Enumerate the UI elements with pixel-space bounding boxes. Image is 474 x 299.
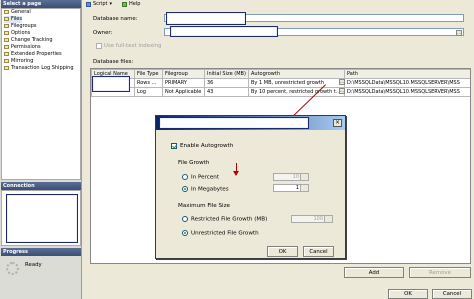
autogrowth-dialog: × Enable Autogrowth File Growth In Perce…	[155, 115, 346, 259]
in-megabytes-radio[interactable]: In Megabytes	[182, 186, 229, 193]
database-name-label: Database name:	[93, 16, 138, 22]
script-button[interactable]: Script ▾	[86, 1, 112, 7]
add-button[interactable]: Add	[344, 267, 404, 278]
column-header[interactable]: Path	[344, 69, 470, 79]
max-file-size-label: Maximum File Size	[178, 203, 230, 209]
close-icon[interactable]: ×	[333, 119, 342, 127]
path-cell[interactable]: D:\MSSQLData\MSSQL10.MSSQLSERVER\MSS	[344, 78, 470, 88]
column-header[interactable]: Initial Size (MB)	[204, 69, 249, 79]
fulltext-check-box	[96, 43, 102, 49]
redacted-connection	[6, 194, 78, 243]
checkbox-checked-icon	[171, 143, 177, 149]
table-row[interactable]: Log Not Applicable 43 By 10 percent, res…	[91, 87, 470, 97]
percent-stepper[interactable]: 10	[273, 173, 309, 181]
owner-label: Owner:	[93, 30, 113, 36]
filegroup-cell[interactable]: PRIMARY	[162, 78, 205, 88]
autogrowth-browse-button[interactable]: …	[339, 79, 345, 85]
megabytes-stepper[interactable]: 1	[273, 184, 309, 192]
redacted-logical-names	[92, 76, 130, 92]
autogrowth-cell[interactable]: By 10 percent, restricted growth t...	[248, 87, 345, 97]
dialog-ok-button[interactable]: OK	[267, 246, 298, 257]
radio-icon	[182, 174, 188, 180]
page-list: General Files Filegroups Options Change …	[1, 8, 81, 180]
ok-button[interactable]: OK	[388, 289, 428, 299]
table-row[interactable]: Rows ... PRIMARY 36 By 1 MB, unrestricte…	[91, 78, 470, 88]
radio-selected-icon	[182, 186, 188, 192]
arrowhead-icon	[233, 171, 239, 176]
page-icon	[4, 38, 9, 43]
redacted-dialog-title	[159, 117, 309, 129]
autogrowth-browse-button[interactable]: …	[339, 88, 345, 94]
page-icon	[4, 10, 9, 15]
page-icon	[4, 66, 9, 71]
page-general[interactable]: General	[4, 9, 31, 16]
dialog-title-bar: ×	[156, 116, 345, 130]
toolbar: Script ▾ Help	[83, 0, 474, 8]
initial-size-cell[interactable]: 43	[204, 87, 249, 97]
page-mirroring[interactable]: Mirroring	[4, 58, 33, 65]
page-icon	[4, 52, 9, 57]
page-transaction-log-shipping[interactable]: Transaction Log Shipping	[4, 65, 74, 72]
autogrowth-cell[interactable]: By 1 MB, unrestricted growth	[248, 78, 345, 88]
page-icon	[4, 17, 9, 22]
path-cell[interactable]: D:\MSSQLData\MSSQL10.MSSQLSERVER\MSS	[344, 87, 470, 97]
page-change-tracking[interactable]: Change Tracking	[4, 37, 53, 44]
enable-autogrowth-checkbox[interactable]: Enable Autogrowth	[171, 143, 233, 149]
help-button[interactable]: Help	[122, 1, 140, 7]
restricted-stepper[interactable]: 100	[291, 215, 333, 223]
column-header[interactable]: Autogrowth	[248, 69, 345, 79]
help-icon	[122, 1, 128, 7]
restricted-growth-radio[interactable]: Restricted File Growth (MB)	[182, 216, 267, 223]
page-icon	[4, 45, 9, 50]
dialog-cancel-button[interactable]: Cancel	[303, 246, 334, 257]
script-icon	[86, 1, 91, 7]
radio-icon	[182, 216, 188, 222]
unrestricted-growth-radio[interactable]: Unrestricted File Growth	[182, 230, 259, 237]
select-page-header: Select a page	[1, 0, 81, 8]
initial-size-cell[interactable]: 36	[204, 78, 249, 88]
column-header[interactable]: Filegroup	[162, 69, 205, 79]
redacted-database-name	[166, 12, 246, 25]
page-filegroups[interactable]: Filegroups	[4, 23, 37, 30]
page-extended-properties[interactable]: Extended Properties	[4, 51, 62, 58]
progress-status: Ready	[25, 262, 42, 268]
page-files[interactable]: Files	[4, 16, 22, 23]
page-options[interactable]: Options	[4, 30, 30, 37]
page-permissions[interactable]: Permissions	[4, 44, 41, 51]
remove-button[interactable]: Remove	[409, 267, 471, 278]
filegroup-cell[interactable]: Not Applicable	[162, 87, 205, 97]
page-icon	[4, 24, 9, 29]
browse-owner-button[interactable]: …	[456, 30, 462, 36]
database-files-label: Database files:	[93, 59, 134, 65]
progress-header: Progress	[1, 248, 81, 256]
progress-spinner-icon	[6, 262, 19, 275]
dropdown-arrow-icon: ▾	[109, 1, 113, 7]
fulltext-checkbox[interactable]: Use full-text indexing	[96, 43, 161, 49]
cancel-button[interactable]: Cancel	[432, 289, 472, 299]
connection-header: Connection	[1, 182, 81, 190]
page-icon	[4, 59, 9, 64]
radio-selected-icon	[182, 230, 188, 236]
page-icon	[4, 31, 9, 36]
file-growth-label: File Growth	[178, 160, 210, 166]
left-panel: Select a page General Files Filegroups O…	[0, 0, 82, 299]
redacted-owner	[170, 26, 278, 37]
in-percent-radio[interactable]: In Percent	[182, 174, 219, 181]
column-header[interactable]: File Type	[134, 69, 163, 79]
file-type-cell[interactable]: Log	[134, 87, 163, 97]
connection-box	[1, 190, 81, 246]
file-type-cell[interactable]: Rows ...	[134, 78, 163, 88]
